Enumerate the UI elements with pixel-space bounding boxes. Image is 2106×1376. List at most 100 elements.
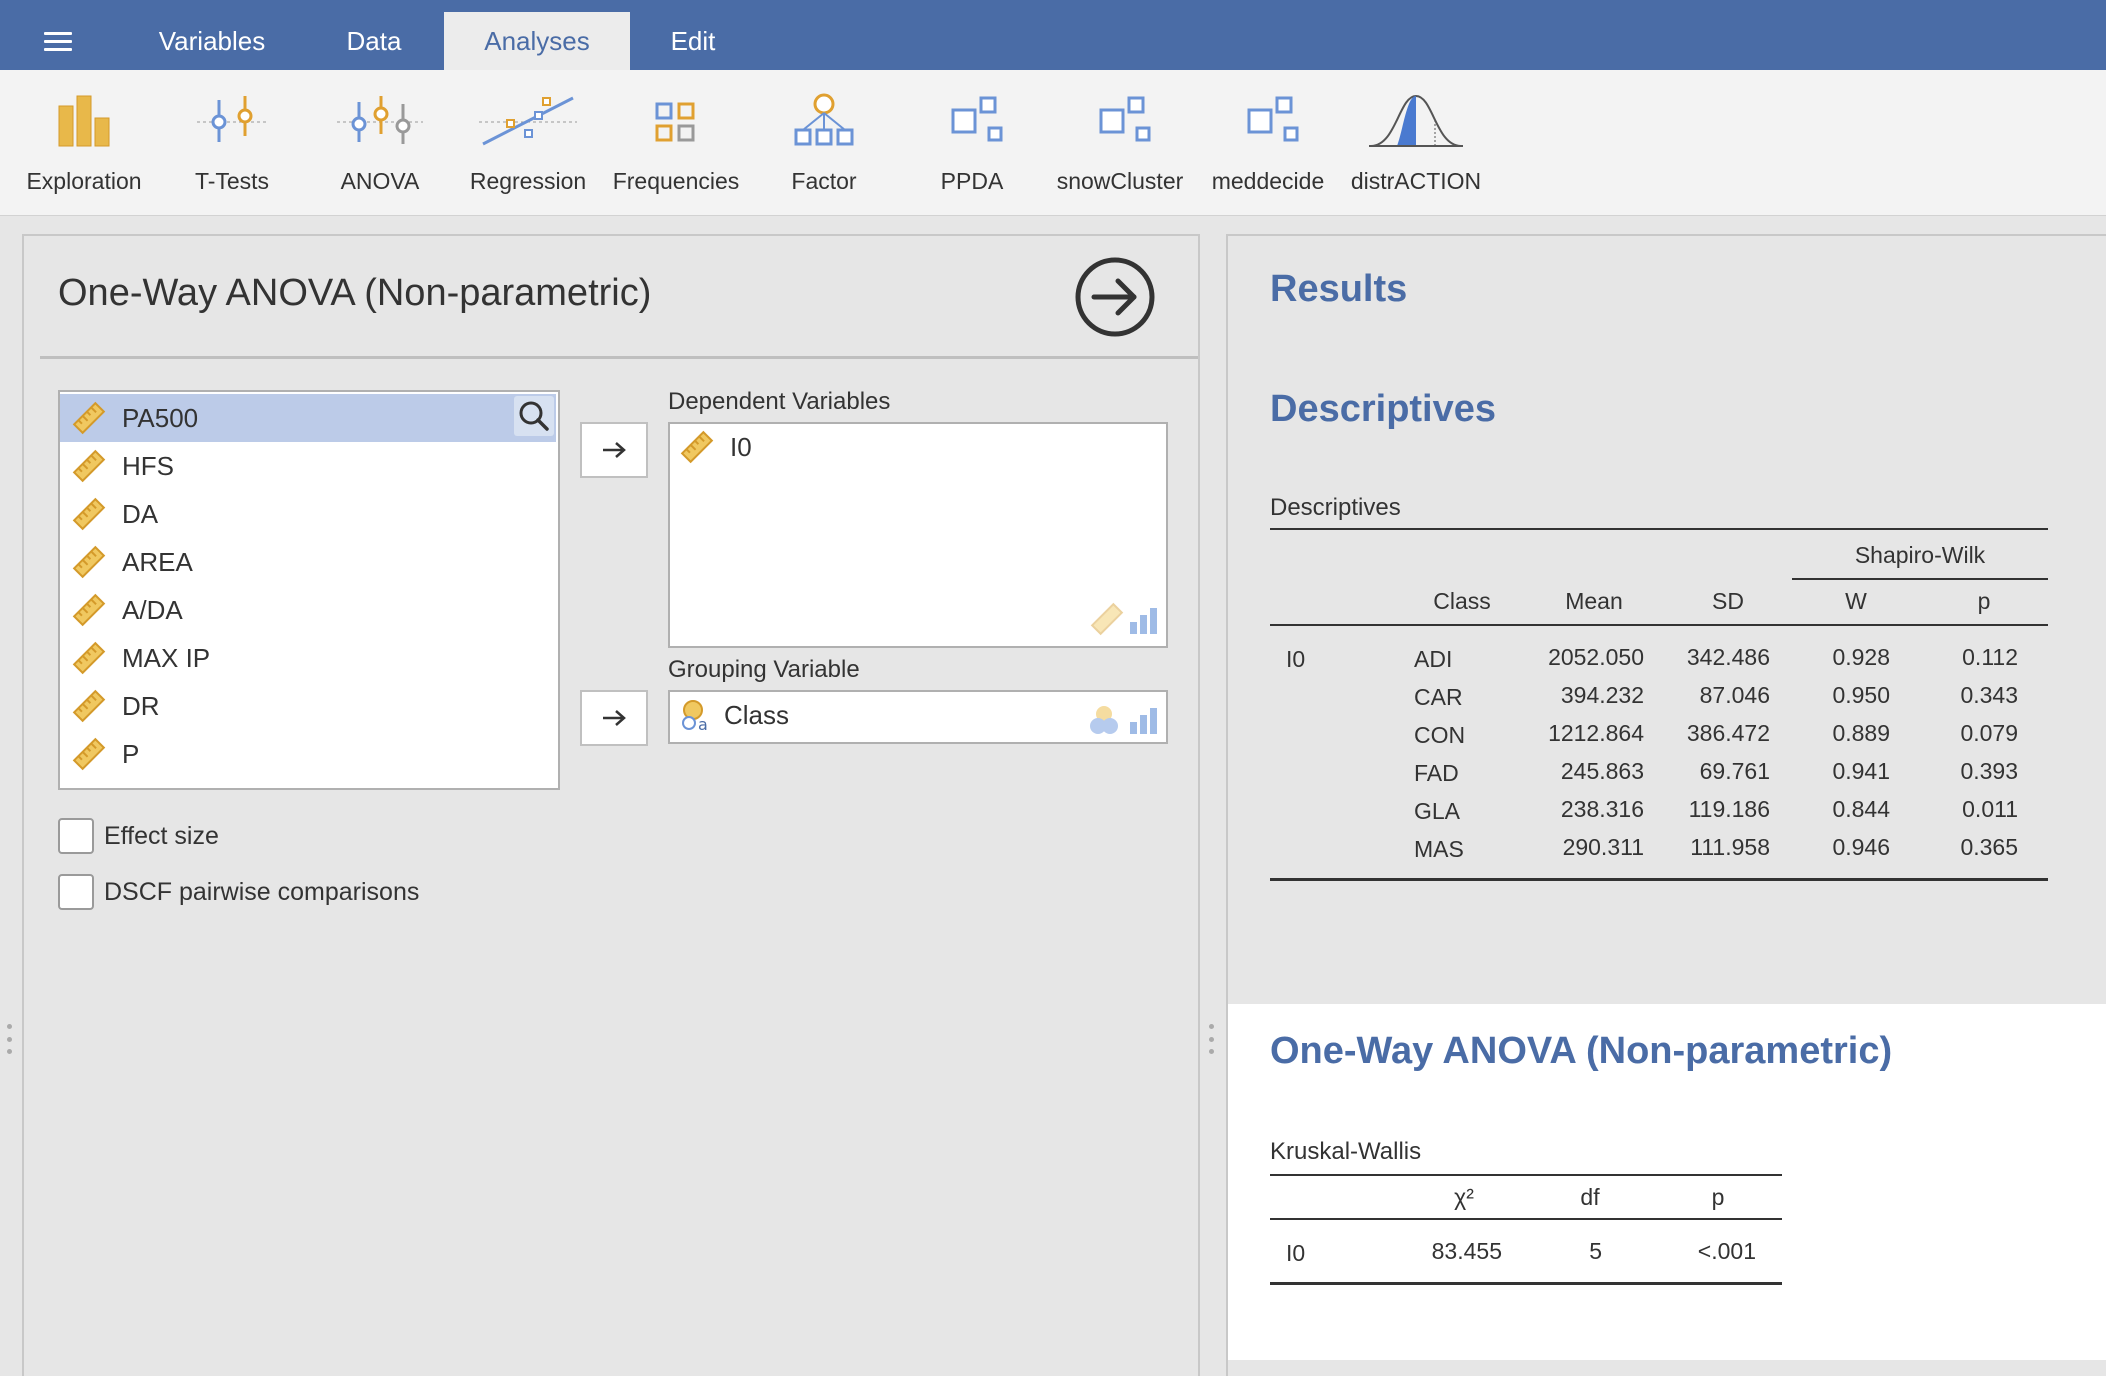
col-header-sd: SD [1712, 588, 1744, 614]
ttests-label: T-Tests [194, 168, 270, 194]
anova-heading: One-Way ANOVA (Non-parametric) [1270, 1030, 1893, 1072]
variable-item-da[interactable]: DA [60, 490, 556, 538]
nominal-variable-icon: a [682, 700, 708, 732]
table-cell-mean: 238.316 [1560, 796, 1644, 822]
tab-edit[interactable]: Edit [640, 12, 746, 70]
snowcluster-label: snowCluster [1056, 168, 1184, 194]
table-cell-p: 0.365 [1960, 834, 2018, 860]
table-cell-w: 0.950 [1832, 682, 1890, 708]
variable-item-hfs[interactable]: HFS [60, 442, 556, 490]
row-variable-name: I0 [1286, 646, 1306, 672]
shapiro-wilk-header: Shapiro-Wilk [1854, 542, 1986, 568]
left-splitter-handle[interactable] [6, 1024, 12, 1054]
variable-list[interactable]: PA500 HFS DA AREA A/DA MAX IP DR P [58, 390, 560, 790]
dependent-variables-box[interactable]: I0 [668, 422, 1168, 648]
table-cell-p: <.001 [1697, 1238, 1756, 1264]
continuous-ruler-icon [72, 401, 106, 435]
factor-button[interactable]: Factor [754, 90, 894, 210]
table-cell-p: 0.393 [1960, 758, 2018, 784]
regression-icon [479, 96, 577, 146]
table-cell-chi2: 83.455 [1431, 1238, 1502, 1264]
panel-splitter-handle[interactable] [1208, 1024, 1214, 1054]
table-cell-sd: 342.486 [1686, 644, 1770, 670]
search-icon[interactable] [514, 396, 554, 436]
ttests-button[interactable]: T-Tests [162, 90, 302, 210]
col-header-p: p [1711, 1184, 1725, 1210]
variable-item-area[interactable]: AREA [60, 538, 556, 586]
arrow-right-icon [603, 710, 626, 726]
table-cell-w: 0.941 [1832, 758, 1890, 784]
grouping-variable-name: Class [724, 699, 790, 730]
continuous-ruler-icon [72, 689, 106, 723]
table-cell-mean: 2052.050 [1548, 644, 1644, 670]
variable-item-a-da[interactable]: A/DA [60, 586, 556, 634]
anova-icon [337, 96, 423, 144]
exploration-icon [58, 95, 110, 147]
frequencies-label: Frequencies [612, 168, 740, 194]
table-cell-mean: 1212.864 [1548, 720, 1644, 746]
variable-name: HFS [122, 450, 174, 481]
distraction-button[interactable]: distrACTION [1346, 90, 1486, 210]
meddecide-label: meddecide [1211, 168, 1325, 194]
col-header-chi2: χ² [1454, 1184, 1474, 1210]
effect-size-checkbox[interactable] [58, 818, 94, 854]
ttests-icon [197, 96, 267, 142]
ppda-label: PPDA [940, 168, 1004, 194]
variable-item-dr[interactable]: DR [60, 682, 556, 730]
col-header-df: df [1580, 1184, 1600, 1210]
table-cell-class: CAR [1414, 684, 1463, 710]
table-rule [1270, 624, 2048, 626]
variable-name: A/DA [122, 594, 183, 625]
factor-icon [794, 93, 854, 146]
hamburger-icon[interactable] [36, 28, 72, 54]
table-cell-df: 5 [1589, 1238, 1602, 1264]
move-to-dependent-button[interactable] [580, 422, 648, 478]
table-cell-sd: 69.761 [1699, 758, 1770, 784]
table-cell-mean: 290.311 [1562, 834, 1644, 860]
variable-item-p[interactable]: P [60, 730, 556, 778]
factor-label: Factor [791, 168, 857, 194]
table-cell-class: CON [1414, 722, 1466, 748]
dependent-variable-item[interactable]: I0 [680, 430, 752, 464]
analysis-title: One-Way ANOVA (Non-parametric) [58, 272, 652, 314]
frequencies-icon [655, 102, 695, 142]
distraction-label: distrACTION [1350, 168, 1482, 194]
tab-analyses[interactable]: Analyses [444, 12, 630, 70]
regression-button[interactable]: Regression [458, 90, 598, 210]
table-cell-sd: 111.958 [1690, 834, 1770, 860]
tab-data[interactable]: Data [306, 12, 442, 70]
ppda-button[interactable]: PPDA [902, 90, 1042, 210]
arrow-right-icon [603, 442, 626, 458]
table-bottom-rule [1270, 1282, 1782, 1285]
grouping-variable-item[interactable]: a Class [680, 698, 789, 732]
grouping-variable-box[interactable]: a Class [668, 690, 1168, 744]
table-cell-class: FAD [1414, 760, 1459, 786]
continuous-ruler-icon [72, 737, 106, 771]
effect-size-label: Effect size [104, 822, 219, 850]
continuous-ruler-icon [72, 593, 106, 627]
dscf-pairwise-checkbox[interactable] [58, 874, 94, 910]
snowcluster-button[interactable]: snowCluster [1050, 90, 1190, 210]
variable-name: DR [122, 690, 160, 721]
module-icon [1099, 96, 1151, 142]
anova-button[interactable]: ANOVA [310, 90, 450, 210]
meddecide-button[interactable]: meddecide [1198, 90, 1338, 210]
variable-item-pa500[interactable]: PA500 [60, 394, 556, 442]
variable-name: DA [122, 498, 159, 529]
results-heading: Results [1270, 268, 1408, 310]
exploration-label: Exploration [26, 168, 142, 194]
move-to-grouping-button[interactable] [580, 690, 648, 746]
exploration-button[interactable]: Exploration [14, 90, 154, 210]
run-arrow-icon[interactable] [1074, 256, 1156, 338]
table-cell-w: 0.946 [1832, 834, 1890, 860]
col-header-w: W [1845, 588, 1867, 614]
variable-name: P [122, 738, 140, 769]
continuous-ruler-icon [72, 545, 106, 579]
dependent-variable-name: I0 [730, 431, 752, 462]
table-bottom-rule [1270, 878, 2048, 881]
module-icon [951, 96, 1003, 142]
tab-variables[interactable]: Variables [138, 12, 286, 70]
continuous-ruler-icon [72, 449, 106, 483]
variable-item-max-ip[interactable]: MAX IP [60, 634, 556, 682]
frequencies-button[interactable]: Frequencies [606, 90, 746, 210]
